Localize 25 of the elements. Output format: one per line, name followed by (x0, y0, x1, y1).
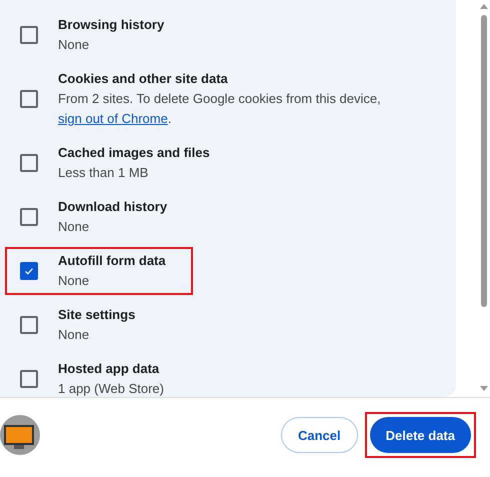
monitor-icon (0, 415, 40, 455)
checkbox[interactable] (20, 154, 38, 172)
delete-button[interactable]: Delete data (370, 417, 471, 453)
option-description: From 2 sites. To delete Google cookies from this device, sign out of Chrome. (58, 90, 382, 128)
cancel-button[interactable]: Cancel (280, 417, 358, 453)
checkbox[interactable] (20, 370, 38, 388)
option-description: None (58, 272, 90, 290)
checkbox[interactable] (20, 26, 38, 44)
checkbox[interactable] (20, 262, 38, 280)
option-title: Cached images and files (58, 144, 210, 162)
option-description: None (58, 326, 90, 344)
sign-out-link[interactable]: sign out of Chrome (58, 111, 168, 126)
option-description: Less than 1 MB (58, 164, 150, 182)
option-title: Cookies and other site data (58, 70, 229, 88)
checkbox[interactable] (20, 316, 38, 334)
option-description: 1 app (Web Store) (58, 380, 164, 398)
option-title: Site settings (58, 306, 136, 324)
option-description: None (58, 36, 90, 54)
option-title: Autofill form data (58, 252, 166, 270)
checkbox[interactable] (20, 208, 38, 226)
option-title: Download history (58, 198, 168, 216)
option-title: Hosted app data (58, 360, 160, 378)
option-description: None (58, 218, 90, 236)
checkbox[interactable] (20, 90, 38, 108)
option-title: Browsing history (58, 16, 164, 34)
